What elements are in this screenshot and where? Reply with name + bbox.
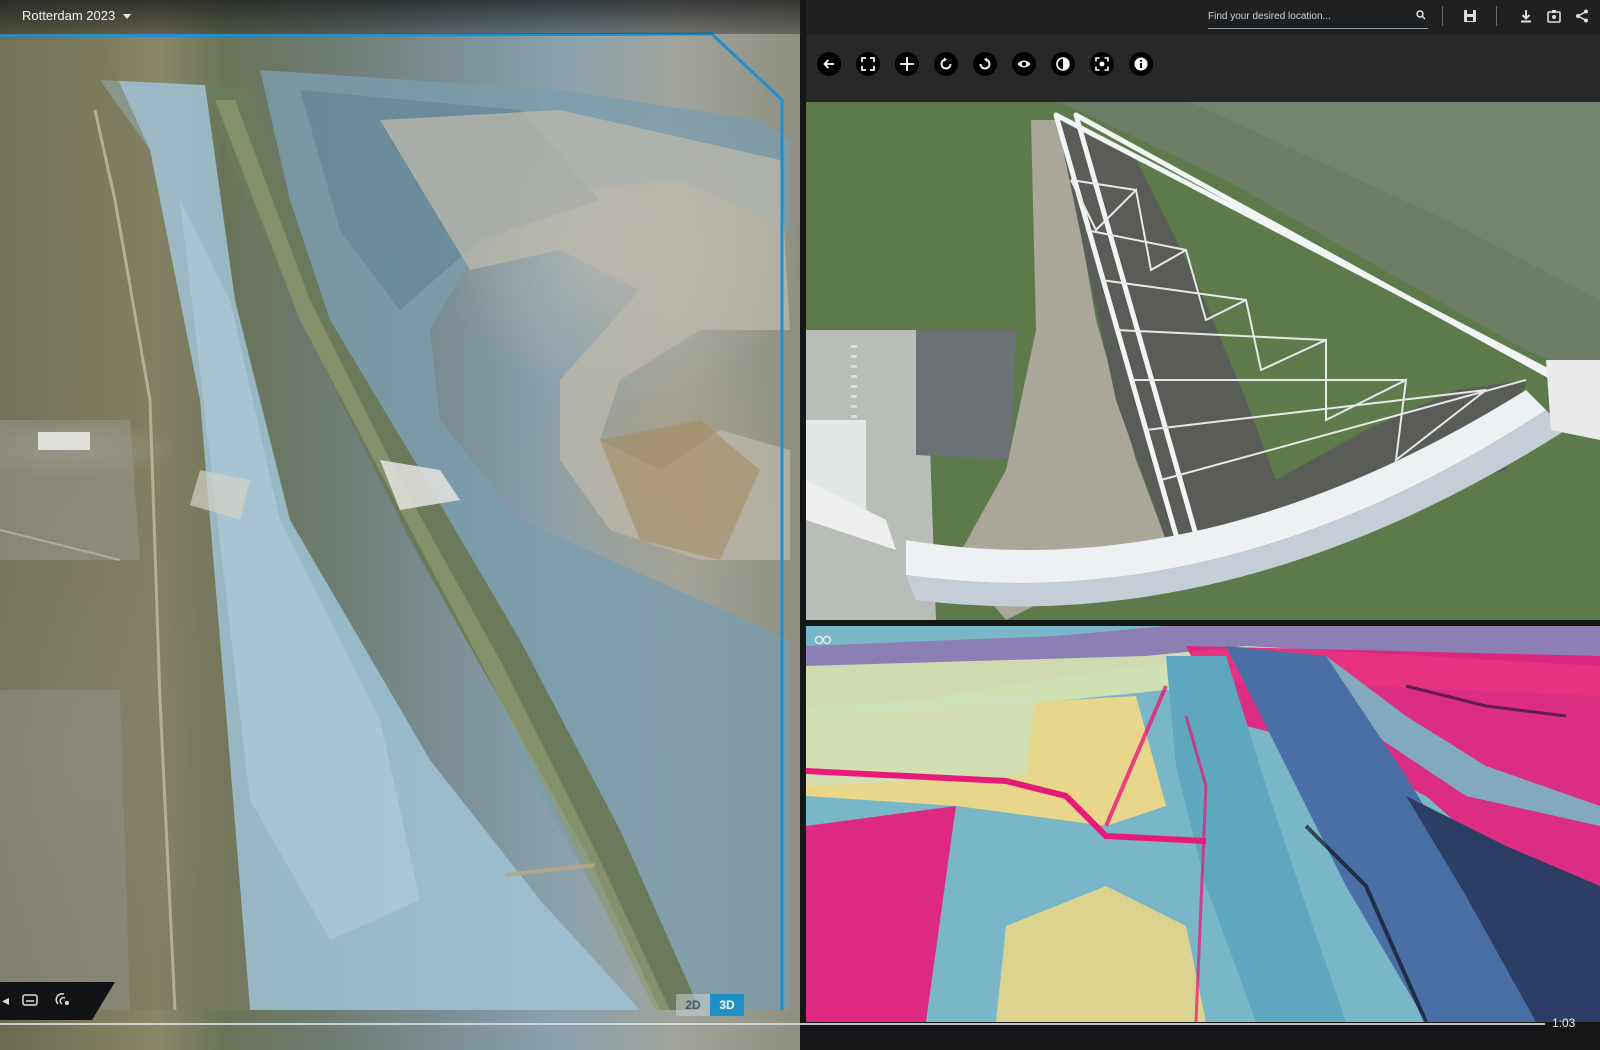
volume-icon[interactable]: ◂ <box>2 992 9 1009</box>
contrast-icon <box>1056 57 1070 71</box>
glasses-icon[interactable] <box>814 634 832 646</box>
save-icon[interactable] <box>1462 8 1478 24</box>
classified-point-cloud-view[interactable] <box>806 626 1600 1022</box>
focus-button[interactable] <box>1090 52 1114 76</box>
header-separator <box>1496 6 1497 26</box>
rotate-cw-icon <box>979 57 991 70</box>
screenshot-icon[interactable] <box>1546 8 1562 24</box>
back-arrow-icon <box>823 59 834 69</box>
focus-icon <box>1095 57 1109 71</box>
captions-icon[interactable] <box>22 994 38 1006</box>
classified-scene <box>806 626 1600 1022</box>
fullscreen-button[interactable] <box>856 52 880 76</box>
rotate-right-button[interactable] <box>973 52 997 76</box>
back-button[interactable] <box>817 52 841 76</box>
header-bar <box>806 0 1600 34</box>
rotate-left-button[interactable] <box>934 52 958 76</box>
visibility-button[interactable] <box>1012 52 1036 76</box>
photo-toolbar <box>806 34 1600 102</box>
download-icon[interactable] <box>1518 8 1534 24</box>
rotate-ccw-icon <box>940 57 952 70</box>
audio-description-icon[interactable] <box>55 992 73 1008</box>
contrast-button[interactable] <box>1051 52 1075 76</box>
point-cloud-3d-view[interactable]: Rotterdam 2023 2D 3D ◂ <box>0 0 800 1050</box>
dataset-name: Rotterdam 2023 <box>22 8 116 23</box>
scrub-bar[interactable] <box>0 1023 1545 1025</box>
header-separator <box>1442 6 1443 26</box>
search-icon[interactable] <box>1416 10 1426 20</box>
dataset-selector[interactable]: Rotterdam 2023 <box>22 8 132 23</box>
eye-icon <box>1017 60 1031 68</box>
crosshair-button[interactable] <box>895 52 919 76</box>
video-timeline: 1:03 <box>0 1010 1600 1050</box>
current-time: 1:03 <box>1552 1016 1576 1030</box>
info-icon <box>1134 57 1148 71</box>
share-icon[interactable] <box>1574 8 1590 24</box>
point-cloud-scene <box>0 32 790 1011</box>
fullscreen-icon <box>861 57 875 71</box>
location-search-input[interactable] <box>1208 6 1404 26</box>
chevron-down-icon <box>123 14 132 19</box>
aerial-photo-view[interactable] <box>806 0 1600 620</box>
crosshair-icon <box>900 57 914 71</box>
location-search <box>1208 6 1428 29</box>
info-button[interactable] <box>1129 52 1153 76</box>
